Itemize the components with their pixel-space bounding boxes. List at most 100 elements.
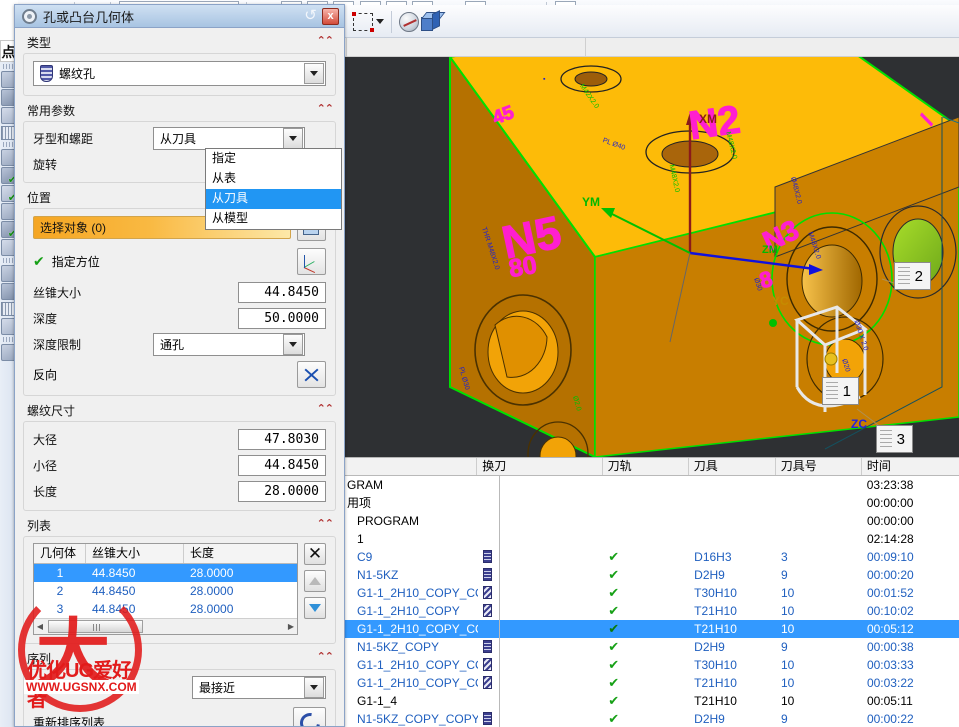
reverse-direction-button[interactable] (297, 361, 326, 388)
depth-field[interactable]: 50.0000 (238, 307, 326, 329)
arrow-down-icon[interactable] (304, 597, 326, 619)
specify-orientation-button[interactable] (297, 248, 326, 275)
list-col-tapsize[interactable]: 丝锥大小 (86, 544, 184, 563)
rail-grip-3[interactable] (3, 258, 14, 263)
operation-row[interactable]: N1-5KZ_COPY_COPY ✔ D2H9 9 00:00:22 (345, 710, 959, 727)
operation-row[interactable]: 1 02:14:28 (345, 530, 959, 548)
chevron-up-icon[interactable]: ⌃⌃ (317, 517, 336, 534)
tool-change-cell (478, 584, 603, 602)
operation-row[interactable]: 用项 00:00:00 (345, 494, 959, 512)
geometry-list-row[interactable]: 2 44.8450 28.0000 (34, 582, 297, 600)
dialog-title-bar[interactable]: 孔或凸台几何体 ↺ x (15, 5, 344, 28)
operation-row[interactable]: G1-1_2H10_COPY_COP... ✔ T30H10 10 00:03:33 (345, 656, 959, 674)
group-sequence-header[interactable]: 序列 ⌃⌃ (23, 648, 336, 669)
hole-boss-geometry-dialog[interactable]: 孔或凸台几何体 ↺ x 类型 ⌃⌃ 螺纹孔 常用参数 ⌃⌃ 牙型和螺距 从刀具 … (14, 4, 345, 727)
thread-pitch-dropdown[interactable]: 指定 从表 从刀具 从模型 (205, 148, 342, 230)
thread-pitch-combo[interactable]: 从刀具 (153, 126, 305, 150)
dropdown-option-1[interactable]: 从表 (206, 169, 341, 189)
group-type-header[interactable]: 类型 ⌃⌃ (23, 32, 336, 53)
resort-list-button[interactable] (293, 707, 326, 726)
arrow-up-icon[interactable] (304, 570, 326, 592)
chevron-up-icon[interactable]: ⌃⌃ (317, 34, 336, 51)
tool-path-cell: ✔ (603, 548, 689, 566)
cube-view-icon[interactable] (421, 9, 446, 32)
orient-view-icon[interactable] (399, 11, 419, 32)
geometry-list-row[interactable]: 1 44.8450 28.0000 (34, 564, 297, 582)
col-header-toolnumber[interactable]: 刀具号 (776, 458, 862, 475)
depth-limit-arrow[interactable] (283, 333, 303, 355)
scroll-left-arrow[interactable]: ◀ (34, 622, 46, 631)
length-field[interactable]: 28.0000 (238, 480, 326, 502)
group-thread-size-header[interactable]: 螺纹尺寸 ⌃⌃ (23, 400, 336, 421)
col-header-toolpath[interactable]: 刀轨 (603, 458, 689, 475)
chevron-up-icon[interactable]: ⌃⌃ (317, 102, 336, 119)
operation-row[interactable]: PROGRAM 00:00:00 (345, 512, 959, 530)
sequence-mode-arrow[interactable] (304, 677, 324, 698)
geometry-list-rows[interactable]: 1 44.8450 28.0000 2 44.8450 28.0000 3 44.8450 28… (34, 564, 297, 618)
type-combo-arrow[interactable] (304, 63, 324, 84)
graphics-canvas[interactable]: N5 N2 80 45 N3 8 / XM YM ZM YC ZC ▪ M42X… (345, 57, 959, 457)
operation-row[interactable]: G1-1_2H10_COPY_COP... ✔ T30H10 10 00:01:52 (345, 584, 959, 602)
time-cell: 00:01:52 (866, 586, 914, 600)
sequence-mode-combo[interactable]: 最接近 (192, 676, 326, 699)
geometry-list-row[interactable]: 3 44.8450 28.0000 (34, 600, 297, 618)
major-diameter-field[interactable]: 47.8030 (238, 428, 326, 450)
time-cell: 00:05:12 (866, 622, 914, 636)
rail-grip-4[interactable] (3, 337, 14, 342)
group-list-header[interactable]: 列表 ⌃⌃ (23, 515, 336, 536)
chevron-up-icon[interactable]: ⌃⌃ (317, 650, 336, 667)
operation-row[interactable]: G1-1_2H10_COPY ✔ T21H10 10 00:10:02 (345, 602, 959, 620)
col-header-name[interactable] (345, 458, 478, 475)
scroll-right-arrow[interactable]: ▶ (285, 622, 297, 631)
list-col-length[interactable]: 长度 (184, 544, 214, 563)
reset-icon[interactable]: ↺ (302, 8, 319, 25)
col-header-tool[interactable]: 刀具 (689, 458, 776, 475)
graphics-viewport[interactable]: N5 N2 80 45 N3 8 / XM YM ZM YC ZC ▪ M42X… (345, 38, 959, 457)
operation-row[interactable]: G1-1_2H10_COPY_COPY ✔ T21H10 10 00:05:12 (345, 620, 959, 638)
close-icon[interactable]: x (322, 7, 339, 25)
operation-navigator[interactable]: 换刀 刀轨 刀具 刀具号 时间 GRAM 03:23:38 用项 00:00:00 PR… (345, 457, 959, 727)
tool-cell (689, 512, 776, 530)
drill-tool-icon (483, 568, 493, 581)
x-icon[interactable]: ✕ (304, 543, 326, 565)
dropdown-option-0[interactable]: 指定 (206, 149, 341, 169)
operation-row[interactable]: GRAM 03:23:38 (345, 476, 959, 494)
dialog-body: 类型 ⌃⌃ 螺纹孔 常用参数 ⌃⌃ 牙型和螺距 从刀具 旋转 位置 选择对象 (… (15, 28, 344, 726)
col-header-toolchange[interactable]: 换刀 (477, 458, 603, 475)
selection-filter-button[interactable] (352, 11, 384, 32)
group-common-header[interactable]: 常用参数 ⌃⌃ (23, 100, 336, 121)
minor-diameter-field[interactable]: 44.8450 (238, 454, 326, 476)
callout-2[interactable]: 2 (894, 262, 931, 290)
depth-limit-combo[interactable]: 通孔 (153, 332, 305, 356)
rail-grip-2[interactable] (3, 142, 14, 147)
scroll-thumb[interactable] (48, 620, 143, 633)
list-col-geometry[interactable]: 几何体 (34, 544, 86, 563)
check-icon: ✔ (608, 603, 620, 618)
operation-row[interactable]: N1-5KZ ✔ D2H9 9 00:00:20 (345, 566, 959, 584)
callout-1-label: 1 (842, 382, 851, 400)
view-toolbar[interactable] (345, 5, 959, 38)
operation-row[interactable]: G1-1_2H10_COPY_COP... ✔ T21H10 10 00:03:22 (345, 674, 959, 692)
callout-3[interactable]: 3 (876, 425, 913, 453)
operation-row[interactable]: G1-1_4 ✔ T21H10 10 00:05:11 (345, 692, 959, 710)
group-thread-size-box: 大径 47.8030 小径 44.8450 长度 28.0000 (23, 421, 336, 511)
thread-pitch-arrow[interactable] (283, 127, 303, 149)
type-combo[interactable]: 螺纹孔 (33, 61, 326, 86)
chevron-up-icon[interactable]: ⌃⌃ (317, 402, 336, 419)
dropdown-option-3[interactable]: 从模型 (206, 209, 341, 229)
operation-row[interactable]: N1-5KZ_COPY ✔ D2H9 9 00:00:38 (345, 638, 959, 656)
geometry-list-table[interactable]: 几何体 丝锥大小 长度 1 44.8450 28.0000 2 44.8450 28.00… (33, 543, 298, 635)
col-header-time[interactable]: 时间 (862, 458, 959, 475)
tool-number-cell: 10 (780, 604, 795, 618)
depth-limit-label: 深度限制 (33, 337, 82, 352)
dropdown-option-2[interactable]: 从刀具 (206, 189, 341, 209)
group-common-title: 常用参数 (27, 104, 76, 118)
geometry-list-scrollbar[interactable]: ◀ ▶ (34, 618, 297, 634)
rail-grip-1[interactable] (3, 64, 14, 69)
callout-1[interactable]: 1 (822, 377, 859, 405)
tool-number-cell: 10 (780, 622, 795, 636)
tap-size-field[interactable]: 44.8450 (238, 281, 326, 303)
operation-row-list[interactable]: GRAM 03:23:38 用项 00:00:00 PROGRAM 00:00:00 1 02… (345, 476, 959, 727)
operation-row[interactable]: C9 ✔ D16H3 3 00:09:10 (345, 548, 959, 566)
chevron-down-icon[interactable] (376, 19, 384, 24)
